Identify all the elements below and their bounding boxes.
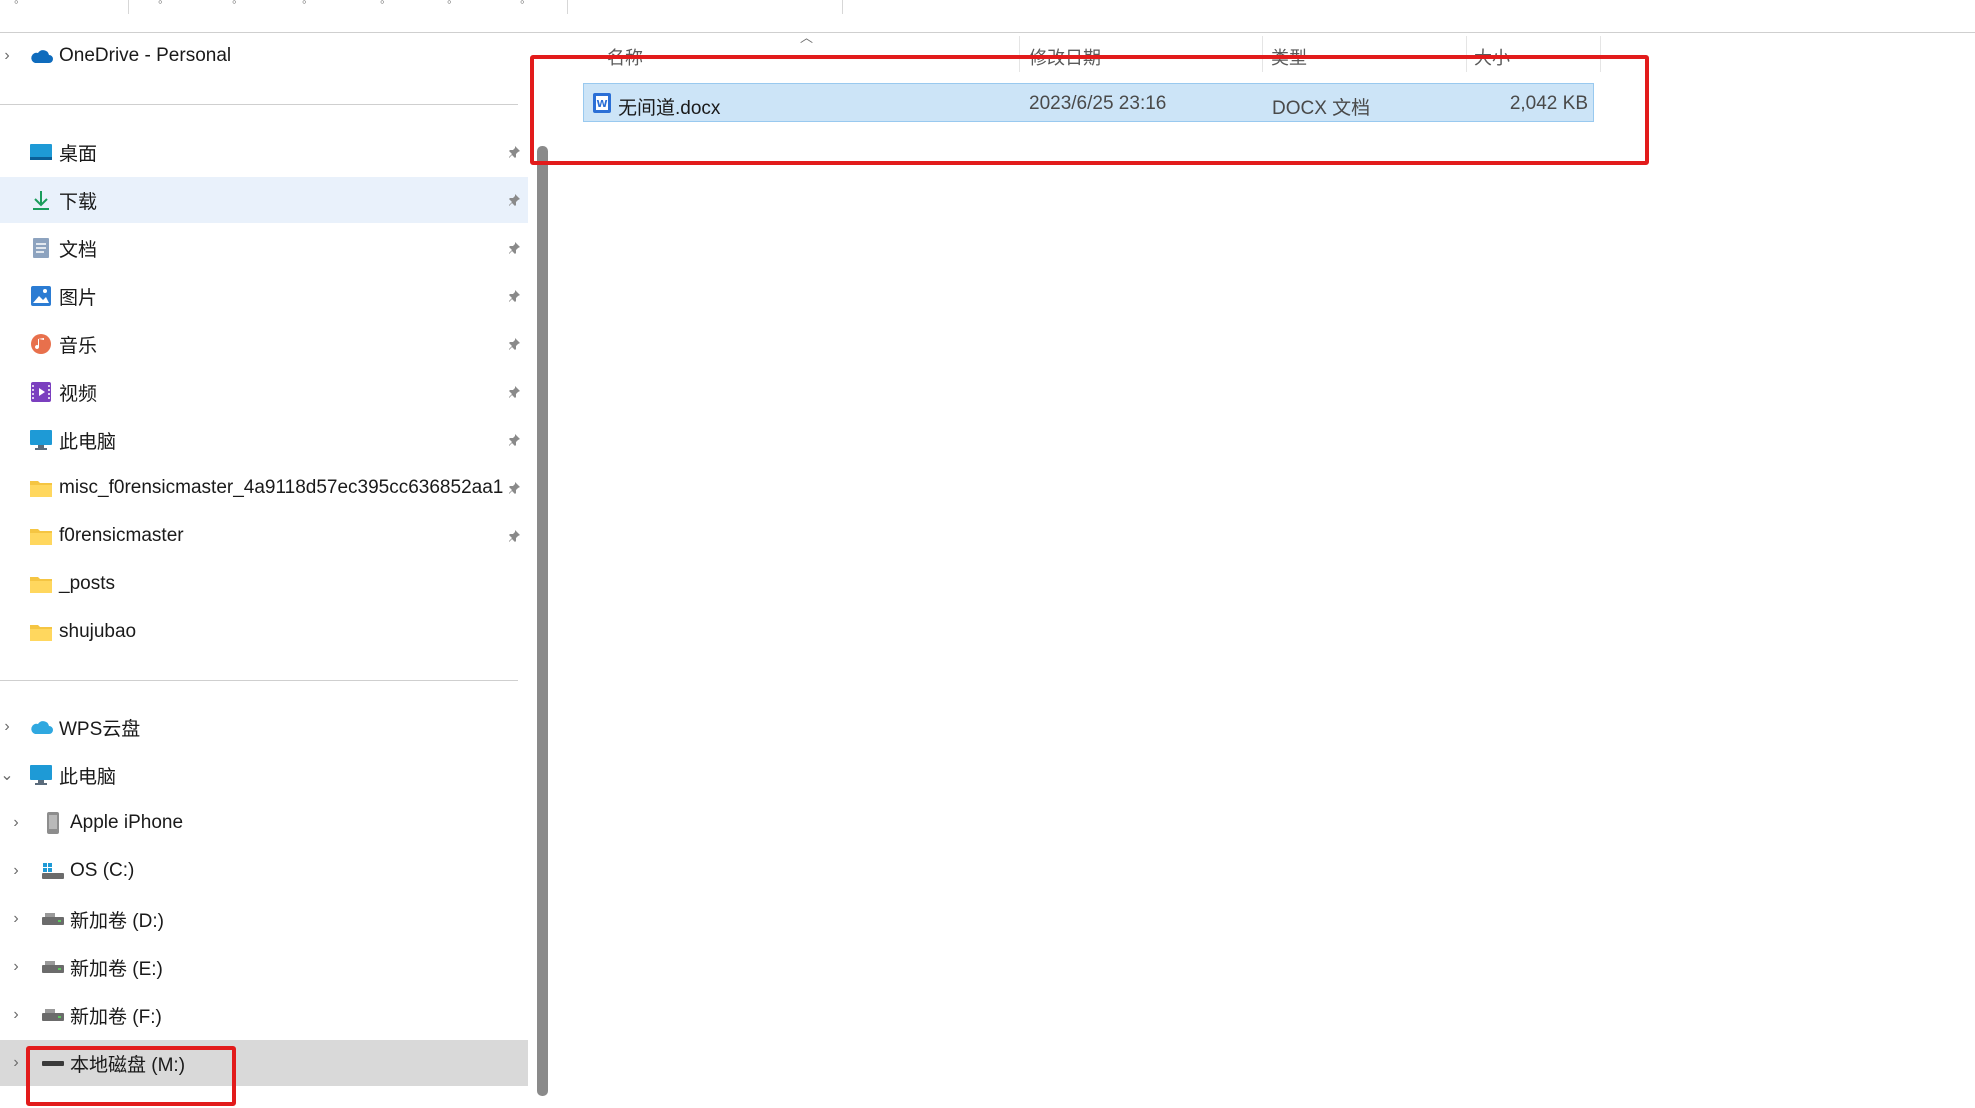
nav-item-label: 新加卷 (F:) bbox=[70, 1006, 162, 1028]
nav-item-label: f0rensicmaster bbox=[59, 525, 184, 546]
nav-item-label: OS (C:) bbox=[70, 860, 135, 881]
videos-icon bbox=[29, 380, 53, 404]
chevron-right-icon[interactable]: › bbox=[9, 813, 23, 833]
pin-icon[interactable] bbox=[505, 431, 523, 449]
paste-icon[interactable]: ◦ bbox=[302, 0, 322, 9]
chevron-down-icon[interactable]: ⌄ bbox=[0, 765, 14, 785]
onedrive-cloud-icon bbox=[29, 44, 53, 68]
nav-item-pictures[interactable]: 图片 bbox=[0, 273, 528, 319]
drive-icon bbox=[41, 907, 65, 931]
nav-item-label: 文档 bbox=[59, 239, 98, 261]
nav-item-this-pc-quick[interactable]: 此电脑 bbox=[0, 417, 528, 463]
nav-divider bbox=[0, 104, 518, 105]
pin-icon[interactable] bbox=[505, 479, 523, 497]
nav-item-label: 下载 bbox=[59, 191, 98, 213]
nav-item-music[interactable]: 音乐 bbox=[0, 321, 528, 367]
nav-item-apple-iphone[interactable]: › Apple iPhone bbox=[0, 800, 528, 846]
toolbar-separator bbox=[128, 0, 129, 14]
nav-item-folder-f0rensicmaster[interactable]: f0rensicmaster bbox=[0, 513, 528, 559]
highlight-box-file bbox=[530, 55, 1649, 165]
toolbar-separator bbox=[567, 0, 568, 14]
chevron-right-icon[interactable]: › bbox=[0, 717, 14, 737]
nav-item-label: misc_f0rensicmaster_4a9118d57ec395cc6368… bbox=[59, 477, 504, 498]
chevron-right-icon[interactable]: › bbox=[9, 1053, 23, 1073]
toolbar: ◦ ◦ ◦ ◦ ◦ ◦ ◦ bbox=[0, 0, 1975, 33]
pin-icon[interactable] bbox=[505, 383, 523, 401]
nav-item-onedrive[interactable]: › OneDrive - Personal bbox=[0, 33, 528, 79]
phone-icon bbox=[41, 811, 65, 835]
nav-item-label: 此电脑 bbox=[59, 766, 117, 788]
share-icon[interactable]: ◦ bbox=[447, 0, 467, 9]
chevron-right-icon[interactable]: › bbox=[9, 861, 23, 881]
wps-cloud-icon bbox=[29, 715, 53, 739]
rename-icon[interactable]: ◦ bbox=[380, 0, 400, 9]
pin-icon[interactable] bbox=[505, 287, 523, 305]
computer-icon bbox=[29, 763, 53, 787]
folder-icon bbox=[29, 572, 53, 596]
nav-item-label: 此电脑 bbox=[59, 431, 117, 453]
nav-item-label: Apple iPhone bbox=[70, 812, 184, 833]
nav-item-this-pc[interactable]: ⌄ 此电脑 bbox=[0, 752, 528, 798]
documents-icon bbox=[29, 236, 53, 260]
download-icon bbox=[29, 188, 53, 212]
highlight-box-drive bbox=[26, 1046, 236, 1106]
nav-item-label: shujubao bbox=[59, 621, 137, 642]
nav-item-label: WPS云盘 bbox=[59, 718, 141, 740]
nav-item-documents[interactable]: 文档 bbox=[0, 225, 528, 271]
nav-item-label: _posts bbox=[59, 573, 115, 594]
pin-icon[interactable] bbox=[505, 527, 523, 545]
drive-icon bbox=[41, 955, 65, 979]
nav-item-wps-cloud[interactable]: › WPS云盘 bbox=[0, 704, 528, 750]
chevron-right-icon[interactable]: › bbox=[9, 1005, 23, 1025]
nav-item-drive-e[interactable]: › 新加卷 (E:) bbox=[0, 944, 528, 990]
pictures-icon bbox=[29, 284, 53, 308]
nav-item-folder-misc[interactable]: misc_f0rensicmaster_4a9118d57ec395cc6368… bbox=[0, 465, 528, 511]
sort-ascending-icon: ︿ bbox=[800, 30, 814, 45]
nav-item-label: 音乐 bbox=[59, 335, 98, 357]
folder-icon bbox=[29, 524, 53, 548]
nav-item-label: 图片 bbox=[59, 287, 98, 309]
folder-icon bbox=[29, 620, 53, 644]
chevron-right-icon[interactable]: › bbox=[9, 957, 23, 977]
delete-icon[interactable]: ◦ bbox=[520, 0, 540, 9]
nav-item-desktop[interactable]: 桌面 bbox=[0, 129, 528, 175]
nav-item-drive-c[interactable]: › OS (C:) bbox=[0, 848, 528, 894]
folder-icon bbox=[29, 476, 53, 500]
nav-item-label: 新加卷 (E:) bbox=[70, 958, 163, 980]
windows-drive-icon bbox=[41, 859, 65, 883]
music-icon bbox=[29, 332, 53, 356]
nav-item-downloads[interactable]: 下载 bbox=[0, 177, 528, 223]
navigation-pane: › OneDrive - Personal 桌面 下载 文档 图片 音乐 视频 … bbox=[0, 33, 530, 1108]
cut-icon[interactable]: ◦ bbox=[158, 0, 178, 9]
nav-item-drive-f[interactable]: › 新加卷 (F:) bbox=[0, 992, 528, 1038]
drive-icon bbox=[41, 1003, 65, 1027]
nav-item-videos[interactable]: 视频 bbox=[0, 369, 528, 415]
pin-icon[interactable] bbox=[505, 143, 523, 161]
pin-icon[interactable] bbox=[505, 335, 523, 353]
pin-icon[interactable] bbox=[505, 239, 523, 257]
nav-item-drive-d[interactable]: › 新加卷 (D:) bbox=[0, 896, 528, 942]
desktop-icon bbox=[29, 140, 53, 164]
file-list-pane bbox=[555, 33, 1975, 1108]
nav-divider bbox=[0, 680, 518, 681]
nav-item-folder-shujubao[interactable]: shujubao bbox=[0, 609, 528, 655]
toolbar-separator bbox=[842, 0, 843, 14]
nav-item-folder-posts[interactable]: _posts bbox=[0, 561, 528, 607]
copy-icon[interactable]: ◦ bbox=[232, 0, 252, 9]
nav-scrollbar-thumb[interactable] bbox=[537, 146, 548, 1096]
toolbar-button-icon[interactable]: ◦ bbox=[14, 0, 34, 9]
computer-icon bbox=[29, 428, 53, 452]
chevron-right-icon[interactable]: › bbox=[0, 46, 14, 66]
pin-icon[interactable] bbox=[505, 191, 523, 209]
nav-item-label: 视频 bbox=[59, 383, 98, 405]
nav-item-label: OneDrive - Personal bbox=[59, 45, 232, 66]
nav-item-label: 新加卷 (D:) bbox=[70, 910, 164, 932]
chevron-right-icon[interactable]: › bbox=[9, 909, 23, 929]
nav-item-label: 桌面 bbox=[59, 143, 98, 165]
